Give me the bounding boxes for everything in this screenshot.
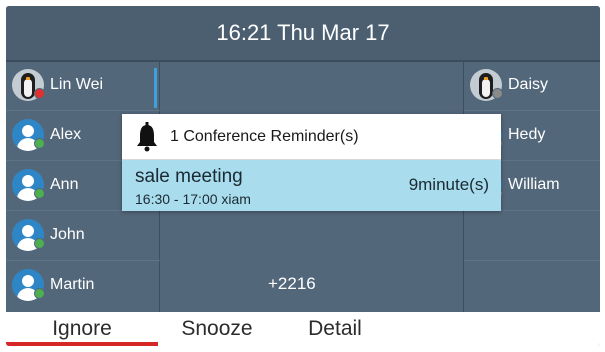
meeting-subject: sale meeting — [135, 166, 243, 187]
detail-button[interactable]: Detail — [276, 312, 394, 346]
meeting-time: 16:30 - 17:00 xiam — [135, 191, 251, 207]
contact-name: Alex — [50, 126, 82, 143]
row-divider — [6, 110, 160, 111]
contact-alex[interactable]: Alex — [12, 114, 81, 156]
row-divider — [6, 260, 160, 261]
popup-title: 1 Conference Reminder(s) — [170, 127, 359, 145]
contact-lin-wei[interactable]: Lin Wei — [12, 64, 103, 106]
phone-screen: 16:21 Thu Mar 17 Lin Wei Alex Ann John M… — [6, 6, 600, 346]
contact-name: Martin — [50, 276, 95, 293]
online-status-icon — [34, 288, 45, 299]
online-status-icon — [34, 238, 45, 249]
conference-reminder-popup: 1 Conference Reminder(s) sale meeting 16… — [122, 114, 501, 211]
contact-ann[interactable]: Ann — [12, 164, 78, 206]
offline-status-icon — [492, 88, 503, 99]
dial-input[interactable]: +2216 — [268, 274, 316, 294]
time-remaining: 9minute(s) — [408, 175, 489, 194]
input-cursor — [154, 68, 157, 108]
row-divider — [464, 110, 600, 111]
contact-name: Daisy — [508, 76, 549, 93]
ignore-button[interactable]: Ignore — [6, 312, 158, 346]
status-bar: 16:21 Thu Mar 17 — [6, 6, 600, 62]
contact-name: Lin Wei — [50, 76, 104, 93]
busy-status-icon — [34, 88, 45, 99]
contact-john[interactable]: John — [12, 214, 85, 256]
online-status-icon — [34, 138, 45, 149]
bell-icon — [137, 121, 157, 151]
contact-name: Ann — [50, 176, 79, 193]
row-divider — [464, 260, 600, 261]
contact-name: William — [508, 176, 560, 193]
contact-daisy[interactable]: Daisy — [470, 64, 548, 106]
reminder-item[interactable]: sale meeting 16:30 - 17:00 xiam 9minute(… — [122, 160, 501, 211]
contact-martin[interactable]: Martin — [12, 264, 94, 306]
softkey-bar: Ignore Snooze Detail — [6, 312, 600, 346]
contact-name: Hedy — [508, 126, 546, 143]
popup-header: 1 Conference Reminder(s) — [122, 114, 501, 160]
clock-label: 16:21 Thu Mar 17 — [216, 20, 390, 45]
contact-name: John — [50, 226, 85, 243]
online-status-icon — [34, 188, 45, 199]
snooze-button[interactable]: Snooze — [158, 312, 276, 346]
